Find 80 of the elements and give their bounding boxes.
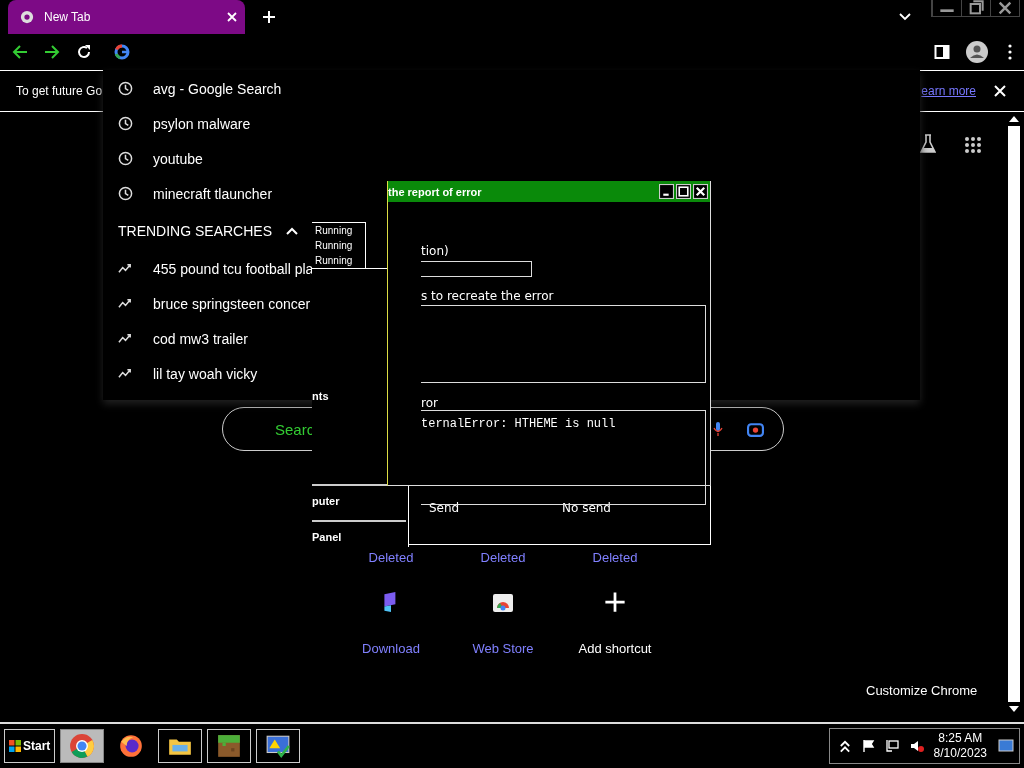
flag-icon[interactable]	[861, 739, 876, 753]
window-title: the report of error	[388, 185, 482, 198]
learn-more-link[interactable]: earn more	[921, 84, 976, 98]
maximize-icon[interactable]	[676, 184, 691, 199]
taskbar-button[interactable]	[60, 729, 105, 763]
fox-globe-icon	[118, 733, 145, 759]
google-icon	[114, 44, 130, 60]
start-button[interactable]: Start	[4, 729, 56, 763]
muted-speaker-icon[interactable]	[909, 739, 924, 753]
status-text: Running	[315, 254, 354, 268]
reload-icon[interactable]	[76, 44, 92, 60]
network-icon[interactable]	[885, 739, 900, 753]
shortcut-label[interactable]: Add shortcut	[578, 641, 652, 656]
chevron-up-icon[interactable]	[286, 227, 299, 235]
profile-avatar-icon[interactable]	[966, 41, 988, 63]
taskbar-button[interactable]	[256, 729, 301, 763]
menu-icon[interactable]	[1008, 44, 1012, 60]
input-field[interactable]	[421, 261, 532, 277]
trending-icon	[118, 261, 133, 276]
forward-arrow-icon[interactable]	[44, 44, 60, 60]
clock-icon	[118, 81, 133, 96]
taskbar-button[interactable]	[158, 729, 203, 763]
flask-icon[interactable]	[920, 134, 936, 154]
history-suggestion[interactable]: minecraft tlauncher	[153, 185, 273, 202]
shortcut-label[interactable]: Download	[362, 641, 420, 656]
clock-icon	[118, 186, 133, 201]
microphone-icon[interactable]	[713, 421, 723, 437]
browser-logo-icon	[69, 733, 96, 759]
clock-time[interactable]: 8:25 AM	[938, 731, 983, 746]
history-suggestion[interactable]: avg - Google Search	[153, 80, 282, 97]
text-area[interactable]	[421, 305, 706, 383]
show-desktop-icon[interactable]	[997, 739, 1015, 753]
clock-date[interactable]: 8/10/2023	[933, 746, 987, 761]
shortcut-label[interactable]: Deleted	[480, 550, 526, 565]
field-label: s to recreate the error	[421, 289, 554, 303]
menu-item[interactable]: puter	[312, 495, 340, 507]
scroll-up-icon[interactable]	[1009, 116, 1019, 122]
apps-grid-icon[interactable]	[964, 136, 982, 154]
browser-logo-icon	[20, 10, 34, 24]
windows-logo-icon	[9, 740, 21, 752]
scrollbar[interactable]	[1008, 116, 1020, 712]
field-label: tion)	[421, 244, 449, 258]
error-message: ternalError: HTHEME is null	[421, 417, 616, 431]
shortcut-label[interactable]: Deleted	[368, 550, 414, 565]
clock-icon	[118, 151, 133, 166]
chevron-down-icon[interactable]	[899, 13, 911, 21]
trending-icon	[118, 296, 133, 311]
history-suggestion[interactable]: psylon malware	[153, 115, 251, 132]
search-placeholder: Searc	[275, 421, 315, 438]
customize-chrome-button[interactable]: Customize Chrome	[856, 679, 988, 702]
trending-suggestion[interactable]: 455 pound tcu football pla	[153, 260, 314, 277]
shortcut-label[interactable]: Web Store	[472, 641, 534, 656]
menu-item[interactable]: Panel	[312, 531, 342, 543]
taskbar-button[interactable]	[207, 729, 252, 763]
tab-title: New Tab	[44, 10, 92, 24]
browser-tab[interactable]: New Tab	[8, 0, 245, 34]
field-label: ror	[421, 396, 438, 410]
new-tab-icon[interactable]	[263, 11, 275, 23]
clock-icon	[118, 116, 133, 131]
trending-icon	[118, 366, 133, 381]
side-panel-icon[interactable]	[934, 44, 950, 60]
scroll-down-icon[interactable]	[1009, 706, 1019, 712]
chevron-up-icon[interactable]	[837, 739, 852, 753]
trending-suggestion[interactable]: bruce springsteen concer	[153, 295, 311, 312]
monitor-warning-icon	[265, 733, 292, 759]
trending-icon	[118, 331, 133, 346]
history-suggestion[interactable]: youtube	[153, 150, 203, 167]
menu-item[interactable]: nts	[312, 390, 329, 402]
camera-search-icon[interactable]	[747, 422, 764, 437]
web-store-icon[interactable]	[492, 591, 514, 613]
grass-block-icon	[216, 733, 243, 759]
trending-suggestion[interactable]: lil tay woah vicky	[153, 365, 258, 382]
back-arrow-icon[interactable]	[12, 44, 28, 60]
trending-suggestion[interactable]: cod mw3 trailer	[153, 330, 248, 347]
status-text: Running	[315, 239, 354, 253]
add-icon[interactable]	[604, 591, 626, 613]
status-text: Running	[315, 224, 354, 238]
infobar-text: To get future Go	[16, 84, 103, 98]
shortcut-label[interactable]: Deleted	[592, 550, 638, 565]
trending-heading: TRENDING SEARCHES	[118, 223, 273, 239]
